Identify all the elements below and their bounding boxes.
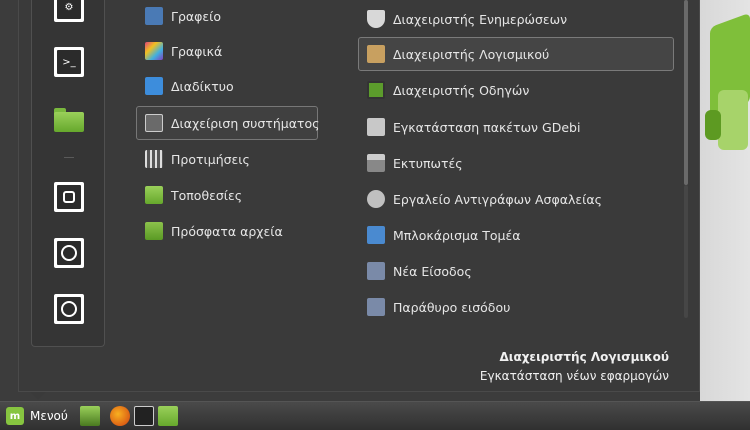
category-label: Γραφικά [171, 43, 223, 59]
menu-button-label: Μενού [30, 409, 68, 423]
category-preferences[interactable]: Προτιμήσεις [136, 143, 318, 175]
app-software-manager[interactable]: Διαχειριστής Λογισμικού [358, 37, 674, 71]
logout-icon [57, 241, 81, 265]
category-office[interactable]: Γραφείο [136, 0, 318, 32]
terminal-icon: >_ [57, 50, 81, 74]
category-internet[interactable]: Διαδίκτυο [136, 70, 318, 102]
app-domain-blocker[interactable]: Μπλοκάρισμα Τομέα [358, 218, 674, 252]
login-window-icon [367, 298, 385, 316]
app-label: Παράθυρο εισόδου [393, 299, 511, 315]
category-recent-files[interactable]: Πρόσφατα αρχεία [136, 215, 318, 247]
app-label: Διαχειριστής Οδηγών [393, 82, 530, 98]
app-label: Μπλοκάρισμα Τομέα [393, 227, 521, 243]
recent-files-icon [145, 222, 163, 240]
category-label: Πρόσφατα αρχεία [171, 223, 283, 239]
shield-icon [367, 10, 385, 28]
new-login-icon [367, 262, 385, 280]
show-desktop-icon[interactable] [79, 406, 100, 426]
backup-icon [367, 190, 385, 208]
apps-scrollbar-track[interactable] [684, 185, 688, 318]
terminal-fav-button[interactable]: >_ [54, 47, 84, 77]
app-update-manager[interactable]: Διαχειριστής Ενημερώσεων [358, 2, 674, 36]
category-label: Διαδίκτυο [171, 78, 234, 94]
app-new-login[interactable]: Νέα Είσοδος [358, 254, 674, 288]
category-system-admin[interactable]: Διαχείριση συστήματος [136, 106, 320, 140]
domain-block-icon [367, 226, 385, 244]
category-graphics[interactable]: Γραφικά [136, 35, 318, 67]
printer-icon [367, 154, 385, 172]
gdebi-icon [367, 118, 385, 136]
firefox-icon[interactable] [109, 406, 130, 426]
taskbar: m Μενού [0, 401, 750, 430]
internet-icon [145, 77, 163, 95]
system-settings-fav-button[interactable]: ⚙ [54, 0, 84, 22]
app-label: Εκτυπωτές [393, 155, 463, 171]
mint-leaf-shape [705, 110, 721, 140]
driver-manager-icon [367, 81, 385, 99]
application-menu: ⚙ >_ Γραφείο Γραφικά Διαδίκτυο Διαχείρισ… [18, 0, 700, 392]
folder-icon[interactable] [157, 406, 178, 426]
category-label: Τοποθεσίες [171, 187, 243, 203]
preferences-icon [145, 150, 163, 168]
menu-button[interactable]: m Μενού [0, 402, 74, 430]
app-gdebi[interactable]: Εγκατάσταση πακέτων GDebi [358, 110, 674, 144]
office-icon [145, 7, 163, 25]
category-places[interactable]: Τοποθεσίες [136, 179, 318, 211]
desktop-wallpaper [700, 0, 750, 401]
category-label: Διαχείριση συστήματος [171, 115, 320, 131]
mint-logo-icon: m [6, 407, 24, 425]
lock-screen-button[interactable] [54, 182, 84, 212]
lock-icon [57, 185, 81, 209]
shutdown-button[interactable] [54, 294, 84, 324]
menu-pointer [30, 392, 46, 400]
power-icon [57, 297, 81, 321]
app-backup-tool[interactable]: Εργαλείο Αντιγράφων Ασφαλείας [358, 182, 674, 216]
mint-leaf-shape [718, 90, 748, 150]
terminal-icon[interactable] [133, 406, 154, 426]
app-label: Εργαλείο Αντιγράφων Ασφαλείας [393, 191, 602, 207]
category-label: Προτιμήσεις [171, 151, 250, 167]
app-description-title: Διαχειριστής Λογισμικού [499, 350, 669, 364]
software-manager-icon [367, 45, 385, 63]
app-description-text: Εγκατάσταση νέων εφαρμογών [479, 369, 669, 383]
logout-button[interactable] [54, 238, 84, 268]
places-folder-icon [145, 186, 163, 204]
app-label: Εγκατάσταση πακέτων GDebi [393, 119, 581, 135]
apps-scrollbar-thumb[interactable] [684, 0, 688, 185]
app-login-window[interactable]: Παράθυρο εισόδου [358, 290, 674, 324]
category-label: Γραφείο [171, 8, 222, 24]
graphics-icon [145, 42, 163, 60]
app-driver-manager[interactable]: Διαχειριστής Οδηγών [358, 73, 674, 107]
gear-icon: ⚙ [57, 0, 81, 19]
favorites-separator [64, 157, 74, 158]
app-printers[interactable]: Εκτυπωτές [358, 146, 674, 180]
favorites-column: ⚙ >_ [31, 0, 105, 347]
folder-fav-button[interactable] [54, 108, 84, 132]
app-label: Διαχειριστής Λογισμικού [393, 46, 550, 62]
app-label: Διαχειριστής Ενημερώσεων [393, 11, 568, 27]
app-label: Νέα Είσοδος [393, 263, 472, 279]
system-admin-icon [145, 114, 163, 132]
